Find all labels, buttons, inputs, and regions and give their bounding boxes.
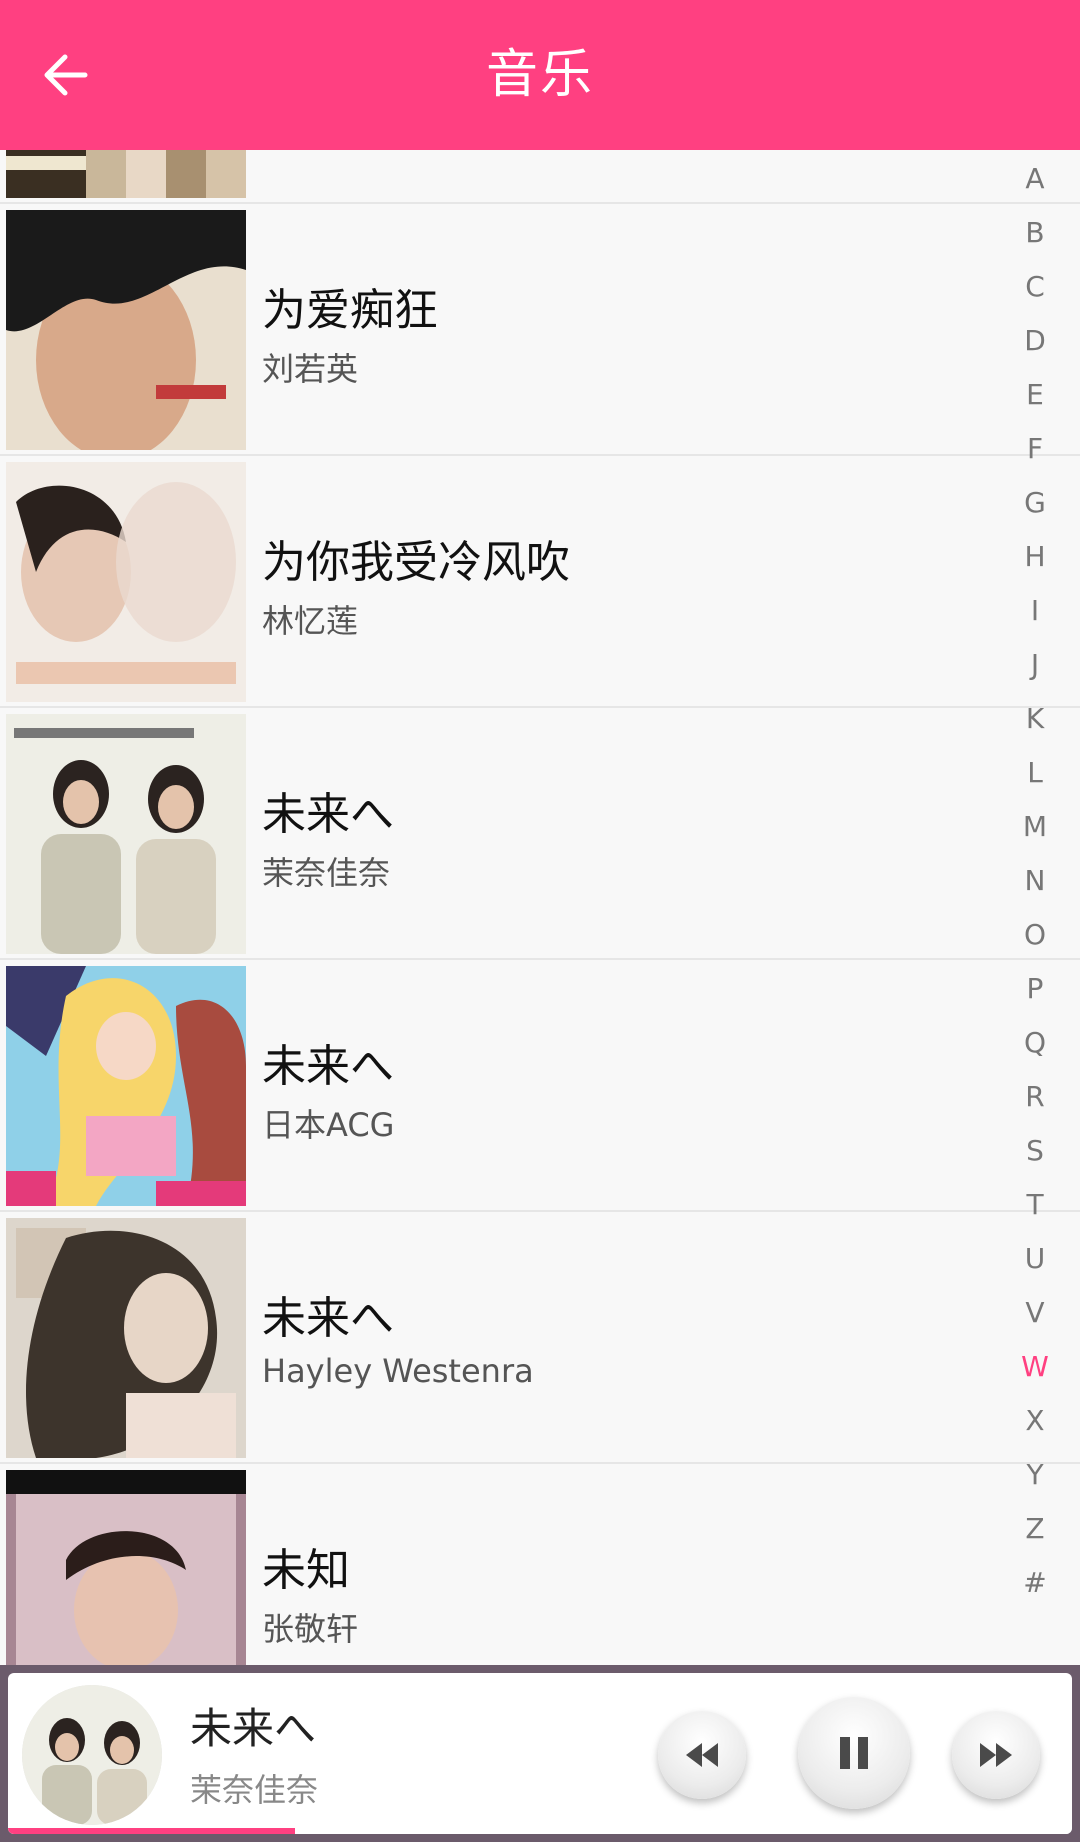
index-letter-p[interactable]: P bbox=[990, 972, 1080, 1005]
player-card[interactable]: 未来へ 茉奈佳奈 bbox=[8, 1673, 1072, 1834]
index-letter-x[interactable]: X bbox=[990, 1404, 1080, 1437]
index-letter-v[interactable]: V bbox=[990, 1296, 1080, 1329]
song-list[interactable]: 为爱痴狂 刘若英 为你我受冷风吹 林忆莲 未来へ 茉奈佳奈 未来へ 日本ACG … bbox=[0, 150, 1080, 1665]
next-button[interactable] bbox=[952, 1711, 1040, 1799]
list-item[interactable] bbox=[0, 150, 1080, 204]
song-title: 未来へ bbox=[262, 789, 394, 840]
now-playing-artist: 茉奈佳奈 bbox=[190, 1771, 319, 1809]
index-letter-g[interactable]: G bbox=[990, 486, 1080, 519]
index-letter-n[interactable]: N bbox=[990, 864, 1080, 897]
index-letter-y[interactable]: Y bbox=[990, 1458, 1080, 1491]
album-art bbox=[6, 966, 246, 1206]
song-artist: 日本ACG bbox=[262, 1106, 395, 1144]
page-title: 音乐 bbox=[485, 45, 594, 105]
index-letter-q[interactable]: Q bbox=[990, 1026, 1080, 1059]
song-artist: 林忆莲 bbox=[262, 602, 359, 640]
index-letter-m[interactable]: M bbox=[990, 810, 1080, 843]
list-item[interactable]: 为你我受冷风吹 林忆莲 bbox=[0, 456, 1080, 708]
now-playing-album-art[interactable] bbox=[22, 1685, 162, 1825]
index-letter-u[interactable]: U bbox=[990, 1242, 1080, 1275]
song-artist: 刘若英 bbox=[262, 350, 359, 388]
song-title: 为爱痴狂 bbox=[262, 285, 438, 336]
song-title: 未来へ bbox=[262, 1293, 394, 1344]
pause-icon bbox=[840, 1737, 868, 1769]
index-letter-w[interactable]: W bbox=[990, 1350, 1080, 1383]
fast-forward-icon bbox=[980, 1743, 1012, 1767]
index-letter-e[interactable]: E bbox=[990, 378, 1080, 411]
index-letter-t[interactable]: T bbox=[990, 1188, 1080, 1221]
list-item[interactable]: 未来へ Hayley Westenra bbox=[0, 1212, 1080, 1464]
index-letter-f[interactable]: F bbox=[990, 432, 1080, 465]
index-letter-z[interactable]: Z bbox=[990, 1512, 1080, 1545]
alphabet-index-bar[interactable]: A B C D E F G H I J K L M N O P Q R S T U V W X Y Z # bbox=[990, 150, 1080, 1660]
list-item[interactable]: 未来へ 茉奈佳奈 bbox=[0, 708, 1080, 960]
album-art bbox=[6, 714, 246, 954]
song-artist: 张敬轩 bbox=[262, 1610, 359, 1648]
index-letter-s[interactable]: S bbox=[990, 1134, 1080, 1167]
album-art bbox=[6, 150, 246, 198]
album-art bbox=[6, 210, 246, 450]
album-art bbox=[6, 1218, 246, 1458]
index-letter-i[interactable]: I bbox=[990, 594, 1080, 627]
album-art bbox=[6, 1470, 246, 1665]
pause-button[interactable] bbox=[798, 1697, 910, 1809]
index-letter-a[interactable]: A bbox=[990, 162, 1080, 195]
index-letter-c[interactable]: C bbox=[990, 270, 1080, 303]
song-artist: Hayley Westenra bbox=[262, 1352, 534, 1390]
album-art bbox=[6, 462, 246, 702]
list-item[interactable]: 未来へ 日本ACG bbox=[0, 960, 1080, 1212]
song-title: 为你我受冷风吹 bbox=[262, 537, 570, 588]
rewind-icon bbox=[686, 1743, 718, 1767]
app-header: 音乐 bbox=[0, 0, 1080, 150]
index-letter-k[interactable]: K bbox=[990, 702, 1080, 735]
mini-player: 未来へ 茉奈佳奈 bbox=[0, 1665, 1080, 1842]
song-artist: 茉奈佳奈 bbox=[262, 854, 391, 892]
song-title: 未来へ bbox=[262, 1041, 394, 1092]
song-title: 未知 bbox=[262, 1545, 350, 1596]
index-letter-l[interactable]: L bbox=[990, 756, 1080, 789]
index-letter-b[interactable]: B bbox=[990, 216, 1080, 249]
list-item[interactable]: 未知 张敬轩 bbox=[0, 1464, 1080, 1665]
index-letter-h[interactable]: H bbox=[990, 540, 1080, 573]
index-letter-d[interactable]: D bbox=[990, 324, 1080, 357]
index-letter-r[interactable]: R bbox=[990, 1080, 1080, 1113]
list-item[interactable]: 为爱痴狂 刘若英 bbox=[0, 204, 1080, 456]
index-letter-j[interactable]: J bbox=[990, 648, 1080, 681]
index-letter-o[interactable]: O bbox=[990, 918, 1080, 951]
progress-fill bbox=[8, 1828, 295, 1834]
now-playing-title: 未来へ bbox=[190, 1704, 317, 1753]
progress-bar[interactable] bbox=[8, 1828, 1072, 1834]
index-letter-hash[interactable]: # bbox=[990, 1566, 1080, 1599]
previous-button[interactable] bbox=[658, 1711, 746, 1799]
